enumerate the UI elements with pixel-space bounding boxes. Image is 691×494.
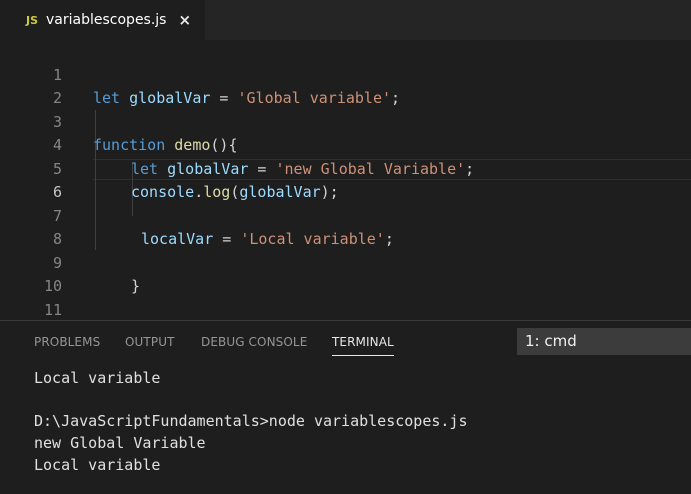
- tab-variablescopes-js[interactable]: JS variablescopes.js ×: [0, 0, 205, 40]
- close-icon[interactable]: ×: [178, 11, 191, 29]
- code-line[interactable]: 10: [0, 252, 691, 295]
- code-line[interactable]: 2: [0, 64, 691, 107]
- tab-problems[interactable]: PROBLEMS: [34, 335, 100, 349]
- code-line[interactable]: 8: [0, 205, 691, 248]
- code-line[interactable]: 6: [0, 158, 691, 201]
- terminal-output-line: Local variable: [34, 369, 161, 387]
- code-line[interactable]: 1 let globalVar = 'Global variable';: [0, 40, 691, 108]
- javascript-file-icon: JS: [26, 13, 39, 27]
- tab-filename: variablescopes.js: [46, 12, 167, 28]
- editor-tab-bar: JS variablescopes.js ×: [0, 0, 691, 40]
- terminal-select-dropdown[interactable]: 1: cmd: [517, 328, 691, 355]
- code-line[interactable]: 5 console.log(globalVar);: [0, 134, 691, 202]
- terminal-output-line: new Global Variable: [34, 434, 206, 452]
- terminal-prompt-line: D:\JavaScriptFundamentals>node variables…: [34, 412, 468, 430]
- code-editor[interactable]: 1 let globalVar = 'Global variable'; 2 3…: [0, 40, 691, 320]
- code-line[interactable]: 11 demo();: [0, 275, 691, 319]
- code-line[interactable]: 12: [0, 299, 691, 321]
- tab-terminal[interactable]: TERMINAL: [332, 335, 394, 356]
- terminal-output-line: Local variable: [34, 456, 161, 474]
- code-line[interactable]: 7 localVar = 'Local variable';: [0, 181, 691, 249]
- tab-debug-console[interactable]: DEBUG CONSOLE: [201, 335, 307, 349]
- bottom-panel: PROBLEMS OUTPUT DEBUG CONSOLE TERMINAL 1…: [0, 320, 691, 494]
- code-line[interactable]: 4 let globalVar = 'new Global Variable';: [0, 111, 691, 178]
- code-line[interactable]: 9 }: [0, 228, 691, 296]
- code-line[interactable]: 3 function demo(){: [0, 87, 691, 155]
- tab-output[interactable]: OUTPUT: [125, 335, 175, 349]
